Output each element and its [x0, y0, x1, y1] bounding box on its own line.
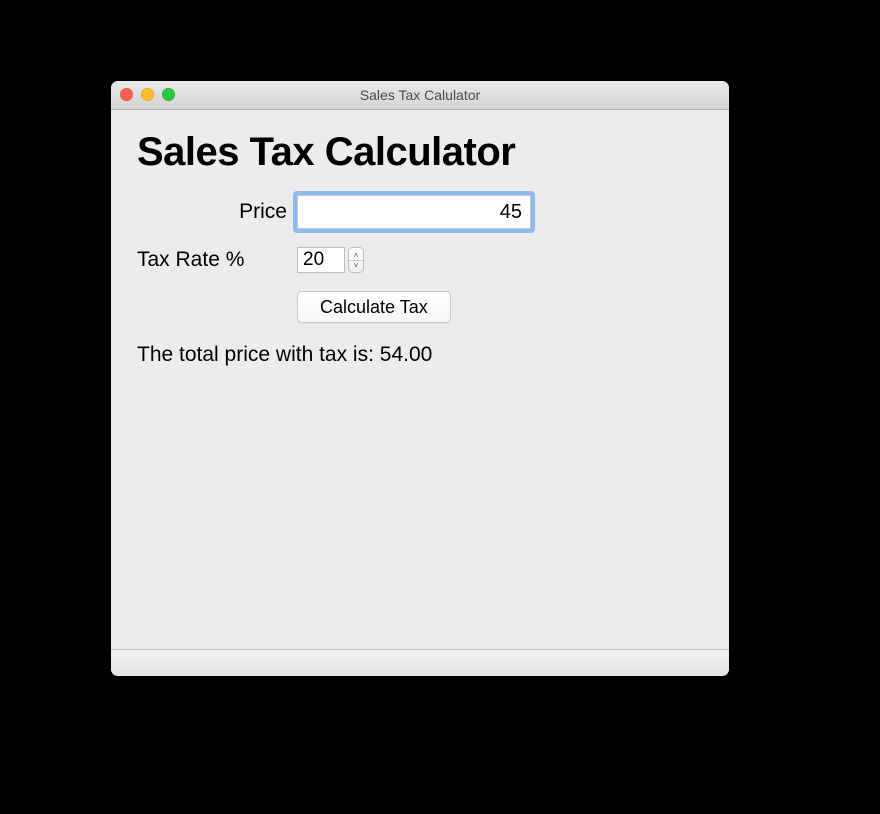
price-label: Price: [137, 200, 297, 224]
page-title: Sales Tax Calculator: [137, 130, 703, 175]
app-window: Sales Tax Calulator Sales Tax Calculator…: [111, 81, 729, 676]
calculate-tax-button[interactable]: Calculate Tax: [297, 291, 451, 323]
price-row: Price: [137, 195, 703, 229]
result-text: The total price with tax is: 54.00: [137, 343, 703, 367]
tax-rate-label: Tax Rate %: [137, 248, 297, 272]
button-row: Calculate Tax: [137, 291, 703, 323]
zoom-icon[interactable]: [162, 88, 175, 101]
tax-rate-row: Tax Rate % ˄ ˅: [137, 247, 703, 273]
tax-rate-stepper[interactable]: ˄ ˅: [348, 247, 364, 273]
price-input-wrap: [297, 195, 531, 229]
minimize-icon[interactable]: [141, 88, 154, 101]
stepper-up-icon[interactable]: ˄: [349, 251, 363, 260]
bottom-bar: [111, 649, 729, 676]
window-title: Sales Tax Calulator: [111, 87, 729, 103]
titlebar[interactable]: Sales Tax Calulator: [111, 81, 729, 110]
window-controls: [120, 88, 175, 101]
content-area: Sales Tax Calculator Price Tax Rate % ˄ …: [111, 110, 729, 367]
close-icon[interactable]: [120, 88, 133, 101]
price-input[interactable]: [297, 195, 531, 229]
tax-rate-input[interactable]: [297, 247, 345, 273]
stepper-down-icon[interactable]: ˅: [349, 261, 363, 270]
